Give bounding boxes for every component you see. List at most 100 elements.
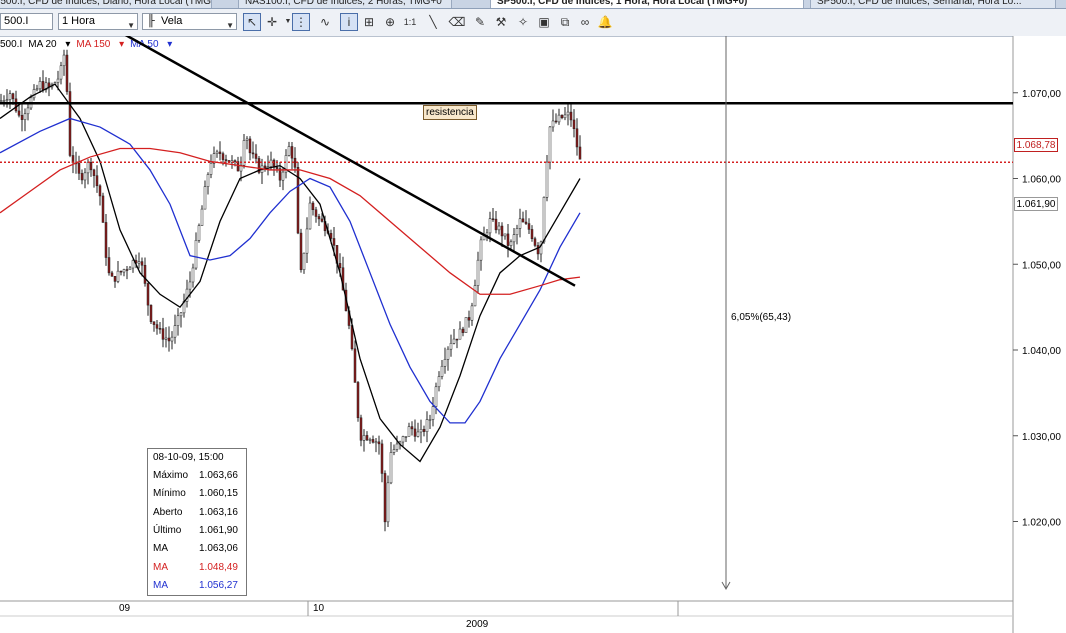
candle-body [479, 239, 483, 261]
candle-body [20, 115, 24, 120]
wand-icon[interactable]: ✧ [514, 13, 532, 31]
data-window-row: MA 1.056,27 [153, 577, 241, 595]
candle-body [467, 317, 471, 321]
symbol-field[interactable]: 500.I [0, 13, 53, 30]
indicator-icon[interactable]: ∿ [316, 13, 334, 31]
last-price-tag: 1.061,90 [1014, 197, 1058, 211]
candle-body [464, 317, 468, 333]
candle-body [575, 128, 579, 148]
chart-type-select[interactable]: ╟ Vela ▼ [142, 13, 237, 30]
candle-body [164, 337, 168, 340]
data-window-value: 1.063,66 [199, 470, 238, 481]
candle-body [221, 153, 225, 160]
candle-body [458, 328, 462, 340]
candle-body [434, 386, 438, 407]
export-icon[interactable]: ⧉ [556, 13, 574, 31]
zoom-icon[interactable]: ⊕ [381, 13, 399, 31]
candle-body [143, 264, 147, 284]
pointer-icon[interactable]: ↖ [243, 13, 261, 31]
tab-bar: SP500.I, CFD de Índices, Diario, Hora Lo… [0, 0, 1066, 9]
candle-body [35, 88, 39, 91]
tab-nas100-2h[interactable]: NAS100.I, CFD de Índices, 2 Horas, TMG+0 [238, 0, 452, 8]
grid-icon[interactable]: ⋮ [292, 13, 310, 31]
link-icon[interactable]: ∞ [576, 13, 594, 31]
data-window-row: MA 1.063,06 [153, 540, 241, 558]
candle-body [299, 232, 303, 270]
candle-body [509, 241, 513, 246]
date-label-10: 10 [313, 603, 325, 614]
info-icon[interactable]: i [340, 13, 358, 31]
chart-properties-icon[interactable]: ⊞ [360, 13, 378, 31]
data-window-date: 08-10-09, 15:00 [153, 452, 224, 463]
candle-body [302, 252, 306, 270]
candle-body [572, 119, 576, 129]
candle-body [377, 441, 381, 445]
pencil-icon[interactable]: ✎ [471, 13, 489, 31]
template-icon[interactable]: ▣ [535, 13, 553, 31]
candle-body [248, 138, 252, 154]
candle-body [11, 93, 15, 100]
candle-body [158, 328, 162, 330]
year-label: 2009 [466, 619, 489, 630]
candle-body [359, 417, 363, 441]
candle-body [416, 431, 420, 437]
candle-body [413, 428, 417, 437]
tab-sp500-1h[interactable]: SP500.I, CFD de Índices, 1 Hora, Hora Lo… [490, 0, 804, 8]
data-window-row: Mínimo 1.060,15 [153, 485, 241, 503]
y-tick-label: 1.050,00 [1022, 260, 1061, 271]
candle-body [578, 146, 582, 160]
candle-body [548, 126, 552, 163]
candle-body [254, 153, 258, 159]
candle-body [62, 54, 66, 67]
candle-body [410, 426, 414, 430]
data-window-value: 1.063,16 [199, 506, 238, 518]
one-to-one-icon[interactable]: 1:1 [401, 13, 419, 31]
candle-body [122, 269, 126, 273]
y-tick-label: 1.020,00 [1022, 518, 1061, 529]
data-window-row: MA 1.048,49 [153, 559, 241, 577]
data-window-key: MA [153, 579, 168, 591]
line-tool-icon[interactable]: ╲ [424, 13, 442, 31]
candle-body [23, 113, 27, 120]
resistance-price-tag: 1.068,78 [1014, 138, 1058, 152]
tab-sp500-weekly[interactable]: SP500.I, CFD de Índices, Semanal, Hora L… [810, 0, 1056, 8]
candle-body [8, 93, 12, 100]
candle-body [530, 229, 534, 239]
candle-body [542, 197, 546, 243]
candle-body [26, 107, 30, 115]
data-window-row: Máximo 1.063,66 [153, 467, 241, 485]
resistance-label[interactable]: resistencia [423, 105, 477, 120]
data-window-key: Último [153, 524, 182, 536]
candle-body [167, 337, 171, 342]
tab-sp500-daily[interactable]: SP500.I, CFD de Índices, Diario, Hora Lo… [0, 0, 212, 8]
candle-body [83, 172, 87, 181]
candle-body [152, 321, 156, 325]
candle-body [521, 218, 525, 223]
candle-body [245, 138, 249, 141]
candle-body [179, 312, 183, 317]
candle-body [206, 174, 210, 187]
candle-body [68, 91, 72, 156]
tools-icon[interactable]: ⚒ [492, 13, 510, 31]
candle-body [38, 81, 42, 90]
candle-body [77, 163, 81, 174]
data-window-row: Último 1.061,90 [153, 522, 241, 540]
candle-body [431, 406, 435, 420]
candle-body [368, 439, 372, 441]
candle-body [155, 324, 159, 329]
data-window-value: 1.048,49 [199, 561, 238, 573]
candle-body [395, 443, 399, 450]
data-window-row: Aberto 1.063,16 [153, 504, 241, 522]
candle-body [362, 435, 366, 441]
candle-body [95, 175, 99, 187]
eraser-icon[interactable]: ⌫ [448, 13, 466, 31]
candle-body [317, 216, 321, 220]
candle-body [503, 233, 507, 237]
candle-body [0, 100, 3, 102]
candle-body [404, 436, 408, 438]
candle-body [218, 151, 222, 154]
timeframe-select[interactable]: 1 Hora ▼ [58, 13, 138, 30]
candle-body [137, 261, 141, 264]
alert-bell-icon[interactable]: 🔔 [596, 13, 614, 31]
candle-body [176, 315, 180, 326]
